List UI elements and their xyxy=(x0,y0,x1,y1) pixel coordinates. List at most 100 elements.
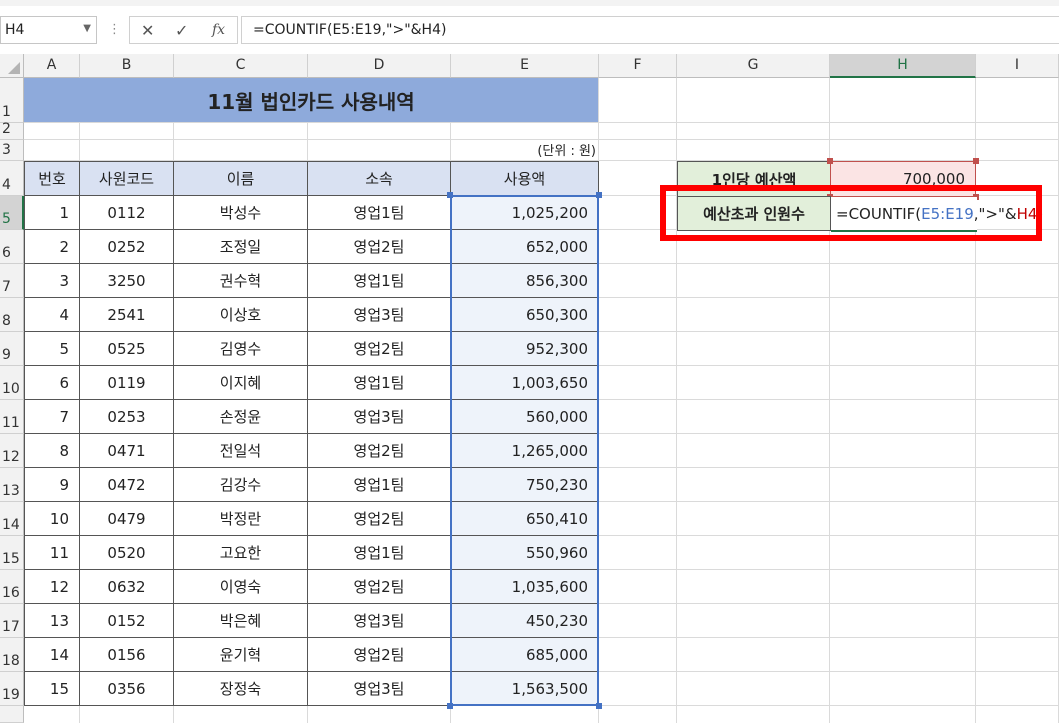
cell-employee-code[interactable]: 0152 xyxy=(80,604,174,638)
cell-name[interactable]: 윤기혁 xyxy=(174,638,308,672)
cell-employee-code[interactable]: 0356 xyxy=(80,672,174,706)
header-employee-code[interactable]: 사원코드 xyxy=(80,161,174,196)
cell-name[interactable]: 박성수 xyxy=(174,196,308,230)
cell-name[interactable]: 권수혁 xyxy=(174,264,308,298)
cell-department[interactable]: 영업1팀 xyxy=(308,196,451,230)
cell-number[interactable]: 11 xyxy=(24,536,80,570)
cell-name[interactable]: 장정숙 xyxy=(174,672,308,706)
over-budget-formula-cell[interactable]: =COUNTIF(E5:E19 ,">"& H4) xyxy=(831,197,1043,232)
cell-amount[interactable]: 550,960 xyxy=(451,536,599,570)
cell-number[interactable]: 4 xyxy=(24,298,80,332)
cell-amount[interactable]: 1,265,000 xyxy=(451,434,599,468)
budget-label-cell[interactable]: 1인당 예산액 xyxy=(677,161,831,197)
name-box[interactable]: H4 ▼ xyxy=(0,16,97,44)
column-header-d[interactable]: D xyxy=(308,54,451,78)
cell-number[interactable]: 9 xyxy=(24,468,80,502)
unit-label[interactable]: (단위 : 원) xyxy=(450,140,598,161)
cell-department[interactable]: 영업2팀 xyxy=(308,332,451,366)
row-header-13[interactable]: 13 xyxy=(0,468,24,502)
row-header-5[interactable]: 5 xyxy=(0,196,24,230)
cell-amount[interactable]: 685,000 xyxy=(451,638,599,672)
row-header-4[interactable]: 4 xyxy=(0,161,24,196)
column-header-h[interactable]: H xyxy=(830,54,976,78)
cell-number[interactable]: 15 xyxy=(24,672,80,706)
cancel-icon[interactable]: ✕ xyxy=(141,21,154,40)
row-header-3[interactable]: 3 xyxy=(0,140,24,161)
column-header-f[interactable]: F xyxy=(599,54,677,78)
cell-department[interactable]: 영업3팀 xyxy=(308,604,451,638)
cell-employee-code[interactable]: 3250 xyxy=(80,264,174,298)
range-handle[interactable] xyxy=(596,192,602,198)
cell-employee-code[interactable]: 0479 xyxy=(80,502,174,536)
cell-number[interactable]: 10 xyxy=(24,502,80,536)
cell-name[interactable]: 박정란 xyxy=(174,502,308,536)
cell-name[interactable]: 김영수 xyxy=(174,332,308,366)
column-header-a[interactable]: A xyxy=(24,54,80,78)
cell-amount[interactable]: 650,300 xyxy=(451,298,599,332)
cell-number[interactable]: 2 xyxy=(24,230,80,264)
row-header-12[interactable]: 12 xyxy=(0,434,24,468)
range-handle[interactable] xyxy=(447,703,453,709)
cell-employee-code[interactable]: 0156 xyxy=(80,638,174,672)
cell-amount[interactable]: 750,230 xyxy=(451,468,599,502)
cell-name[interactable]: 조정일 xyxy=(174,230,308,264)
range-handle[interactable] xyxy=(596,703,602,709)
enter-icon[interactable]: ✓ xyxy=(175,21,188,40)
cell-department[interactable]: 영업2팀 xyxy=(308,502,451,536)
cell-employee-code[interactable]: 0119 xyxy=(80,366,174,400)
row-header-15[interactable]: 15 xyxy=(0,536,24,570)
over-budget-label-cell[interactable]: 예산초과 인원수 xyxy=(677,196,831,231)
row-header-6[interactable]: 6 xyxy=(0,230,24,264)
cell-department[interactable]: 영업3팀 xyxy=(308,672,451,706)
more-options-icon[interactable]: ⋮ xyxy=(108,22,121,37)
cell-number[interactable]: 5 xyxy=(24,332,80,366)
insert-function-icon[interactable]: fx xyxy=(212,22,225,38)
row-header-2[interactable]: 2 xyxy=(0,121,24,140)
cell-name[interactable]: 이영숙 xyxy=(174,570,308,604)
cell-employee-code[interactable]: 2541 xyxy=(80,298,174,332)
sheet-title[interactable]: 11월 법인카드 사용내역 xyxy=(24,78,598,123)
cell-number[interactable]: 8 xyxy=(24,434,80,468)
formula-input[interactable]: =COUNTIF(E5:E19,">"&H4) xyxy=(241,16,1059,44)
cell-amount[interactable]: 560,000 xyxy=(451,400,599,434)
cell-amount[interactable]: 1,003,650 xyxy=(451,366,599,400)
cell-department[interactable]: 영업2팀 xyxy=(308,570,451,604)
cell-name[interactable]: 고요한 xyxy=(174,536,308,570)
budget-value-cell[interactable]: 700,000 xyxy=(830,161,976,197)
cell-amount[interactable]: 450,230 xyxy=(451,604,599,638)
select-all-corner[interactable] xyxy=(0,54,24,78)
cell-amount[interactable]: 952,300 xyxy=(451,332,599,366)
range-handle[interactable] xyxy=(447,192,453,198)
cell-employee-code[interactable]: 0253 xyxy=(80,400,174,434)
chevron-down-icon[interactable]: ▼ xyxy=(83,23,91,34)
row-header-10[interactable]: 10 xyxy=(0,366,24,400)
cell-name[interactable]: 박은혜 xyxy=(174,604,308,638)
row-header-8[interactable]: 8 xyxy=(0,298,24,332)
cell-number[interactable]: 12 xyxy=(24,570,80,604)
cell-employee-code[interactable]: 0252 xyxy=(80,230,174,264)
cell-department[interactable]: 영업1팀 xyxy=(308,366,451,400)
row-header-1[interactable]: 1 xyxy=(0,78,24,123)
column-header-e[interactable]: E xyxy=(451,54,599,78)
column-header-b[interactable]: B xyxy=(80,54,174,78)
cell-name[interactable]: 김강수 xyxy=(174,468,308,502)
cell-name[interactable]: 이지혜 xyxy=(174,366,308,400)
column-header-i[interactable]: I xyxy=(976,54,1059,78)
cell-employee-code[interactable]: 0472 xyxy=(80,468,174,502)
row-header-17[interactable]: 17 xyxy=(0,604,24,638)
cell-department[interactable]: 영업1팀 xyxy=(308,264,451,298)
cell-number[interactable]: 3 xyxy=(24,264,80,298)
cell-employee-code[interactable]: 0520 xyxy=(80,536,174,570)
cell-number[interactable]: 13 xyxy=(24,604,80,638)
cell-number[interactable]: 14 xyxy=(24,638,80,672)
row-header-11[interactable]: 11 xyxy=(0,400,24,434)
header-department[interactable]: 소속 xyxy=(308,161,451,196)
row-header-19[interactable]: 19 xyxy=(0,672,24,706)
cell-number[interactable]: 7 xyxy=(24,400,80,434)
cell-department[interactable]: 영업2팀 xyxy=(308,230,451,264)
row-header-9[interactable]: 9 xyxy=(0,332,24,366)
cell-amount[interactable]: 650,410 xyxy=(451,502,599,536)
cell-amount[interactable]: 1,563,500 xyxy=(451,672,599,706)
cell-employee-code[interactable]: 0471 xyxy=(80,434,174,468)
cell-name[interactable]: 손정윤 xyxy=(174,400,308,434)
